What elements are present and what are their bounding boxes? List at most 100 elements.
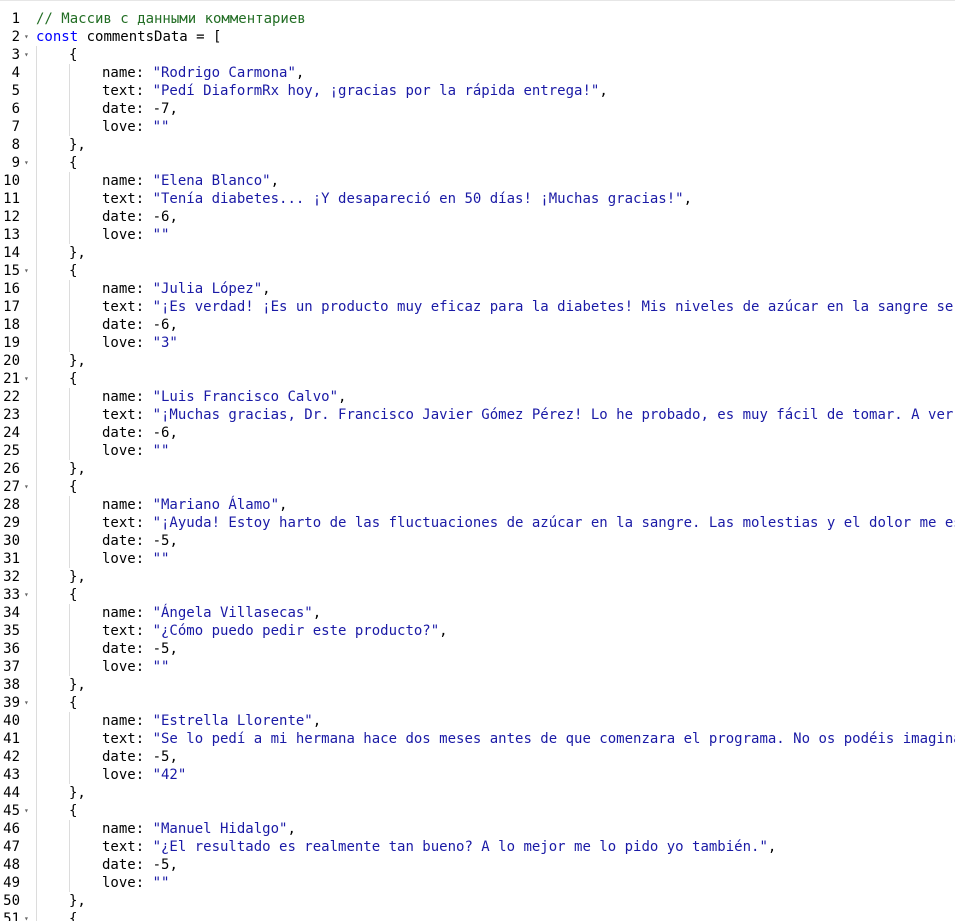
code-line[interactable]: 25 love: "" [0,442,955,460]
code-line[interactable]: 35 text: "¿Cómo puedo pedir este producto… [0,622,955,640]
line-number: 10 [3,173,20,189]
code-line[interactable]: 42 date: -5, [0,748,955,766]
code-text: text: "¡Muchas gracias, Dr. Francisco Ja… [102,406,955,424]
code-line[interactable]: 24 date: -6, [0,424,955,442]
string-token: "3" [152,335,178,351]
code-text: }, [69,784,86,802]
line-number: 42 [3,749,20,765]
chevron-down-icon[interactable]: ▾ [24,694,29,712]
code-line[interactable]: 45 ▾ { [0,802,955,820]
code-line[interactable]: 17 text: "¡Es verdad! ¡Es un producto muy… [0,298,955,316]
code-token: , [312,713,322,729]
code-line[interactable]: 28 name: "Mariano Álamo", [0,496,955,514]
code-line[interactable]: 46 name: "Manuel Hidalgo", [0,820,955,838]
code-line[interactable]: 49 love: "" [0,874,955,892]
code-line[interactable]: 40 name: "Estrella Llorente", [0,712,955,730]
indent-guide [36,496,37,514]
indent-guide [36,280,37,298]
code-line[interactable]: 48 date: -5, [0,856,955,874]
indent-guide [36,406,37,424]
code-line[interactable]: 37 love: "" [0,658,955,676]
chevron-down-icon[interactable]: ▾ [24,154,29,172]
indent-guide [69,532,70,550]
chevron-down-icon[interactable]: ▾ [24,370,29,388]
code-token: date: [102,857,153,873]
code-line[interactable]: 27 ▾ { [0,478,955,496]
code-line[interactable]: 32}, [0,568,955,586]
indent-guide [36,46,37,64]
indent-guide [69,748,70,766]
code-line[interactable]: 7 love: "" [0,118,955,136]
code-text: text: "Tenía diabetes... ¡Y desapareció … [102,190,692,208]
code-text: date: -6, [102,424,178,442]
chevron-down-icon[interactable]: ▾ [24,46,29,64]
code-line[interactable]: 47 text: "¿El resultado es realmente tan … [0,838,955,856]
code-line[interactable]: 19 love: "3" [0,334,955,352]
code-line[interactable]: 2 ▾ const commentsData = [ [0,28,955,46]
line-number: 37 [3,659,20,675]
line-number: 31 [3,551,20,567]
code-line[interactable]: 41 text: "Se lo pedí a mi hermana hace do… [0,730,955,748]
code-line[interactable]: 15 ▾ { [0,262,955,280]
code-line[interactable]: 12 date: -6, [0,208,955,226]
line-number: 29 [3,515,20,531]
code-line[interactable]: 33 ▾ { [0,586,955,604]
code-line[interactable]: 8}, [0,136,955,154]
code-line[interactable]: 13 love: "" [0,226,955,244]
code-line[interactable]: 34 name: "Ángela Villasecas", [0,604,955,622]
code-line[interactable]: 16 name: "Julia López", [0,280,955,298]
code-line[interactable]: 26}, [0,460,955,478]
code-line[interactable]: 43 love: "42" [0,766,955,784]
code-line[interactable]: 10 name: "Elena Blanco", [0,172,955,190]
code-line[interactable]: 31 love: "" [0,550,955,568]
code-line[interactable]: 44}, [0,784,955,802]
code-token: date: [102,641,153,657]
indent-guide [36,136,37,154]
code-editor[interactable]: 1// Массив с данными комментариев 2 ▾ const… [0,10,955,921]
code-text: love: "" [102,226,169,244]
code-line[interactable]: 4 name: "Rodrigo Carmona", [0,64,955,82]
code-line[interactable]: 20}, [0,352,955,370]
code-line[interactable]: 5 text: "Pedí DiaformRx hoy, ¡gracias por… [0,82,955,100]
code-token: name: [102,65,153,81]
code-line[interactable]: 21 ▾ { [0,370,955,388]
code-line[interactable]: 6 date: -7, [0,100,955,118]
chevron-down-icon[interactable]: ▾ [24,802,29,820]
string-token: "" [152,875,170,891]
line-gutter: 10 [0,172,35,190]
code-text: { [69,478,77,496]
chevron-down-icon[interactable]: ▾ [24,478,29,496]
chevron-down-icon[interactable]: ▾ [24,262,29,280]
code-line[interactable]: 36 date: -5, [0,640,955,658]
line-gutter: 15 ▾ [0,262,35,280]
code-line[interactable]: 38}, [0,676,955,694]
code-line[interactable]: 51 ▾ { [0,910,955,921]
code-line[interactable]: 14}, [0,244,955,262]
chevron-down-icon[interactable]: ▾ [24,28,29,46]
code-line[interactable]: 18 date: -6, [0,316,955,334]
code-line[interactable]: 3 ▾ { [0,46,955,64]
chevron-down-icon[interactable]: ▾ [24,910,29,921]
code-token: name: [102,281,153,297]
indent-guide [36,766,37,784]
num-token: -6 [152,425,170,441]
code-token: , [287,821,296,837]
code-line[interactable]: 1 // Массив с данными комментариев [0,10,955,28]
string-token: "¡Ayuda! Estoy harto de las fluctuacione… [152,515,955,531]
line-number: 26 [3,461,20,477]
code-line[interactable]: 30 date: -5, [0,532,955,550]
chevron-down-icon[interactable]: ▾ [24,586,29,604]
code-token: name: [102,713,153,729]
code-line[interactable]: 50}, [0,892,955,910]
code-line[interactable]: 9 ▾ { [0,154,955,172]
code-line[interactable]: 11 text: "Tenía diabetes... ¡Y desapareci… [0,190,955,208]
code-token: text: [102,839,153,855]
code-line[interactable]: 22 name: "Luis Francisco Calvo", [0,388,955,406]
line-gutter: 21 ▾ [0,370,35,388]
code-token: text: [102,515,153,531]
code-line[interactable]: 39 ▾ { [0,694,955,712]
code-line[interactable]: 23 text: "¡Muchas gracias, Dr. Francisco … [0,406,955,424]
string-token: "¡Muchas gracias, Dr. Francisco Javier G… [152,407,955,423]
code-line[interactable]: 29 text: "¡Ayuda! Estoy harto de las fluc… [0,514,955,532]
code-text: name: "Ángela Villasecas", [102,604,321,622]
